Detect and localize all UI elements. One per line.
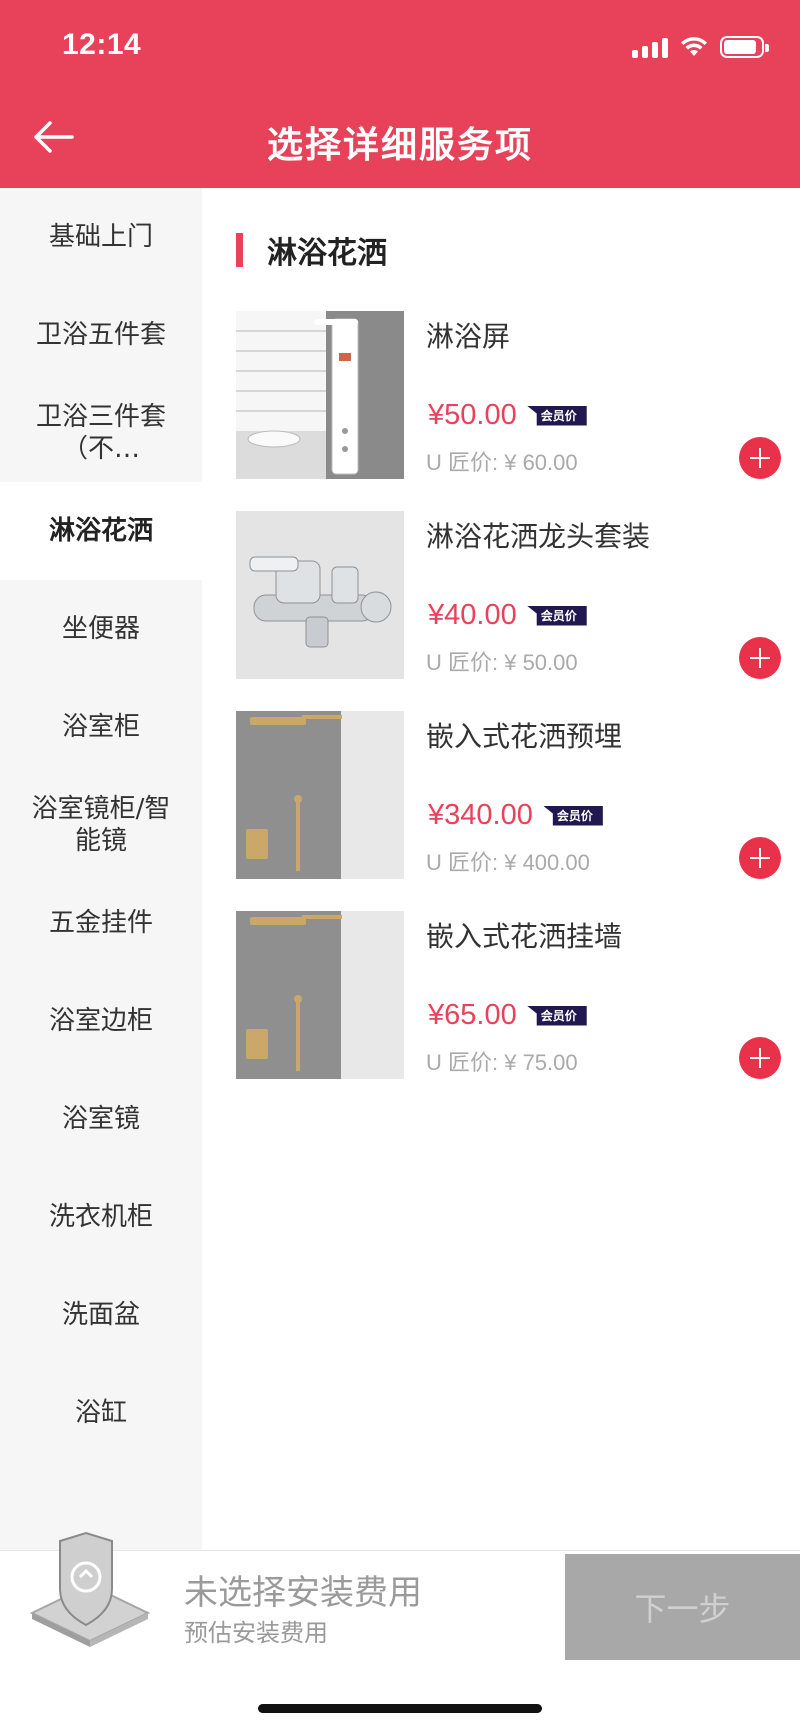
original-price: U 匠价: ¥ 75.00 xyxy=(426,1050,578,1075)
section-header: 淋浴花洒 xyxy=(236,228,387,272)
sidebar-item[interactable]: 洗衣机柜 xyxy=(0,1168,202,1266)
header: 12:14 选择详细服务项 xyxy=(0,0,800,188)
member-price: ¥40.00 xyxy=(428,599,517,631)
add-button[interactable] xyxy=(739,637,781,679)
price-row: ¥340.00 会员价 xyxy=(428,799,603,832)
sidebar-item[interactable]: 浴室边柜 xyxy=(0,972,202,1070)
embedded-shower-image xyxy=(236,711,404,879)
product-card[interactable]: 嵌入式花洒预埋 ¥340.00 会员价 U 匠价: ¥ 400.00 xyxy=(236,711,781,879)
price-row: ¥50.00 会员价 xyxy=(428,399,587,432)
battery-icon xyxy=(720,36,769,58)
product-card[interactable]: 嵌入式花洒挂墙 ¥65.00 会员价 U 匠价: ¥ 75.00 xyxy=(236,911,781,1079)
original-price: U 匠价: ¥ 50.00 xyxy=(426,650,578,675)
sidebar-item-active[interactable]: 淋浴花洒 xyxy=(0,482,202,580)
member-price-badge: 会员价 xyxy=(542,805,603,826)
sidebar-item[interactable]: 洗面盆 xyxy=(0,1266,202,1364)
product-name: 淋浴花洒龙头套装 xyxy=(426,520,651,553)
price-row: ¥40.00 会员价 xyxy=(428,599,587,632)
add-button[interactable] xyxy=(739,437,781,479)
sidebar-item[interactable]: 浴缸 xyxy=(0,1364,202,1462)
next-step-button[interactable]: 下一步 xyxy=(565,1554,800,1660)
add-button[interactable] xyxy=(739,837,781,879)
sidebar-item[interactable]: 浴室镜柜/智能镜 xyxy=(0,776,202,874)
member-price-badge: 会员价 xyxy=(526,405,587,426)
sidebar-item[interactable]: 五金挂件 xyxy=(0,874,202,972)
sidebar-item[interactable]: 卫浴五件套 xyxy=(0,286,202,384)
member-price: ¥340.00 xyxy=(428,799,533,831)
wifi-icon xyxy=(681,37,707,56)
product-name: 淋浴屏 xyxy=(426,320,511,353)
product-list: 淋浴花洒 淋浴屏 ¥50.00 会员价 U 匠价: ¥ 60.00 淋浴花洒龙头… xyxy=(202,188,800,1550)
sidebar-item[interactable]: 卫浴三件套（不… xyxy=(0,384,202,482)
product-card[interactable]: 淋浴花洒龙头套装 ¥40.00 会员价 U 匠价: ¥ 50.00 xyxy=(236,511,781,679)
category-sidebar: 基础上门 卫浴五件套 卫浴三件套（不… 淋浴花洒 坐便器 浴室柜 浴室镜柜/智能… xyxy=(0,188,202,1550)
install-fee-subtitle: 预估安装费用 xyxy=(184,1619,328,1647)
section-accent-bar xyxy=(236,233,243,267)
shower-panel-image xyxy=(236,311,404,479)
member-price: ¥65.00 xyxy=(428,999,517,1031)
original-price: U 匠价: ¥ 400.00 xyxy=(426,850,590,875)
sidebar-item[interactable]: 坐便器 xyxy=(0,580,202,678)
screen: 12:14 选择详细服务项 基础上门 卫浴五件套 卫浴三件套（不… 淋浴花洒 坐… xyxy=(0,0,800,1731)
sidebar-item[interactable]: 浴室柜 xyxy=(0,678,202,776)
member-price-badge: 会员价 xyxy=(526,1005,587,1026)
product-name: 嵌入式花洒挂墙 xyxy=(426,920,623,953)
price-row: ¥65.00 会员价 xyxy=(428,999,587,1032)
add-button[interactable] xyxy=(739,1037,781,1079)
section-title: 淋浴花洒 xyxy=(267,236,387,271)
home-indicator xyxy=(258,1704,542,1713)
member-price-badge: 会员价 xyxy=(526,605,587,626)
faucet-set-image xyxy=(236,511,404,679)
original-price: U 匠价: ¥ 60.00 xyxy=(426,450,578,475)
install-fee-title: 未选择安装费用 xyxy=(184,1573,422,1613)
wall-shower-image xyxy=(236,911,404,1079)
status-icons xyxy=(632,36,769,58)
page-title: 选择详细服务项 xyxy=(266,125,533,166)
status-time: 12:14 xyxy=(62,28,142,61)
member-price: ¥50.00 xyxy=(428,399,517,431)
sidebar-item[interactable]: 基础上门 xyxy=(0,188,202,286)
cellular-signal-icon xyxy=(632,36,668,58)
sidebar-item[interactable]: 浴室镜 xyxy=(0,1070,202,1168)
product-name: 嵌入式花洒预埋 xyxy=(426,720,623,753)
install-service-icon xyxy=(28,1531,152,1651)
product-card[interactable]: 淋浴屏 ¥50.00 会员价 U 匠价: ¥ 60.00 xyxy=(236,311,781,479)
